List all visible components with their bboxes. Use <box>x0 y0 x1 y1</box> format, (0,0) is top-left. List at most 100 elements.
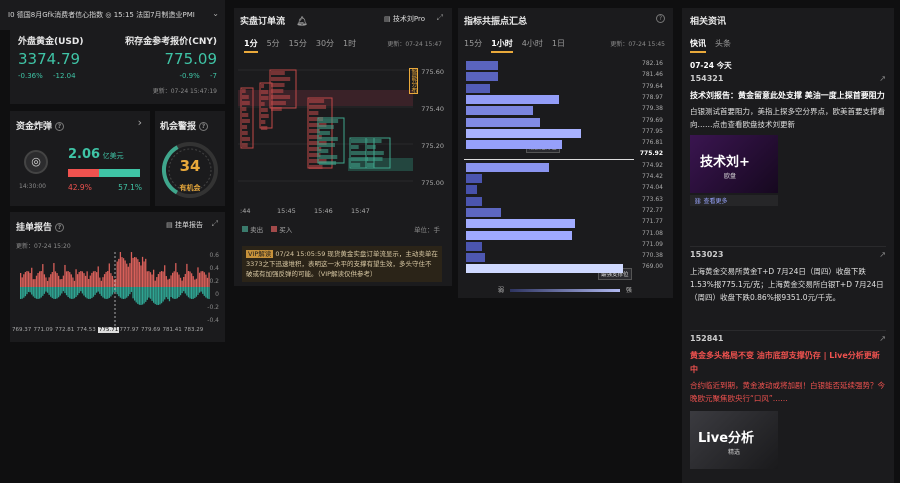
resonance-bar[interactable] <box>466 230 572 240</box>
order-bar-down <box>100 287 103 296</box>
flow-tab[interactable]: 5分 <box>267 38 280 49</box>
resonance-updated: 更新：07-24 15:45 <box>610 41 665 48</box>
external-link-icon[interactable]: ↗ <box>879 74 886 83</box>
news-tab[interactable]: 头条 <box>715 38 731 49</box>
order-bar-down <box>23 287 25 298</box>
usd-change: -0.36% -12.04 <box>18 72 76 80</box>
order-bar-up <box>124 260 126 287</box>
resonance-bar[interactable] <box>466 94 559 104</box>
view-more-link[interactable]: ⛓ 查看更多 <box>690 195 778 206</box>
expand-icon[interactable]: ⤢ <box>212 219 218 229</box>
resonance-bar[interactable] <box>466 128 581 138</box>
flow-tab[interactable]: 15分 <box>289 38 307 49</box>
news-item-thumbnail[interactable]: Live分析 精选 <box>690 411 778 469</box>
order-bar-down <box>92 287 95 297</box>
order-bar-up <box>203 272 205 287</box>
news-item[interactable]: 154321 ↗ 技术刘报告：黄金留意此处支撑 美油一度上探首要阻力 白银测试首… <box>690 74 886 206</box>
order-bar-down <box>138 287 141 305</box>
order-bar-up <box>145 258 147 287</box>
news-ticker[interactable]: I0 德国8月Gfk消费者信心指数 ◎ 15:15 法国7月制造业PMI ⌄ <box>0 0 225 30</box>
expand-icon[interactable]: ⤢ <box>437 13 443 23</box>
order-bar-down <box>154 287 156 305</box>
order-bar-down <box>119 287 122 298</box>
order-report-panel: 挂单报告? ▤ 挂单报告 ⤢ 更新：07-24 15:20 0.6 0.4 0.2 0… <box>10 212 225 342</box>
legend-sell-swatch <box>242 226 248 232</box>
resonance-bar[interactable] <box>466 106 533 116</box>
help-icon[interactable]: ? <box>656 14 665 23</box>
resonance-bar[interactable] <box>466 219 575 229</box>
resonance-bar[interactable] <box>466 72 498 82</box>
opportunity-alert-panel[interactable]: 机会警报? 34 有机会 <box>155 111 225 206</box>
resonance-bar[interactable] <box>466 174 482 183</box>
cny-change: -0.9% -7 <box>179 72 217 80</box>
news-item-time: 154321 <box>690 74 724 83</box>
order-bar-down <box>111 287 114 295</box>
footprint-cell <box>271 89 284 93</box>
order-report-button[interactable]: ▤ 挂单报告 <box>166 220 203 230</box>
level-label: 779.64 <box>642 82 663 90</box>
order-bar-up <box>54 271 57 287</box>
flow-tab[interactable]: 1分 <box>244 38 258 53</box>
resonance-bar[interactable] <box>466 117 540 127</box>
document-icon: ▤ <box>384 15 391 23</box>
order-bar-down <box>64 287 66 294</box>
external-link-icon[interactable]: ↗ <box>879 334 886 343</box>
x-tick: 783.29 <box>184 327 204 333</box>
vip-tag: VIP解读 <box>246 250 274 258</box>
footprint-cell <box>309 99 325 103</box>
order-bar-up <box>179 277 182 287</box>
resonance-tab[interactable]: 1小时 <box>491 38 513 53</box>
order-bar-up <box>127 266 129 287</box>
news-item[interactable]: 152841 ↗ 黄金多头格局不变 油市底部支撑仍存 | Live分析更新中 合… <box>690 334 886 469</box>
resonance-bar[interactable] <box>466 241 482 251</box>
resonance-bar[interactable] <box>466 162 549 172</box>
flow-timeframe-tabs: 1分 5分 15分 30分 1时 <box>244 38 365 53</box>
order-bar-down <box>200 287 202 292</box>
resonance-bar[interactable] <box>466 264 623 274</box>
capital-bomb-panel[interactable]: 资金炸弹? › ◎ 14:30:00 2.06 亿美元 42.9% 57.1% <box>10 111 150 206</box>
order-bar-down <box>160 287 163 304</box>
help-icon[interactable]: ? <box>55 122 65 131</box>
order-bar-down <box>77 287 79 296</box>
resonance-tab[interactable]: 15分 <box>464 38 482 49</box>
resonance-bar[interactable] <box>466 207 501 217</box>
resonance-bar[interactable] <box>466 83 490 93</box>
vip-insight[interactable]: VIP解读 07/24 15:05:59 现货黄金实盘订单流显示，主动卖单在33… <box>242 246 442 282</box>
footprint-cell <box>309 153 321 157</box>
order-bar-up <box>70 274 72 287</box>
order-bar-down <box>168 287 171 302</box>
resonance-bar[interactable] <box>466 185 477 195</box>
order-bar-down <box>67 287 69 297</box>
resonance-bar[interactable] <box>466 140 562 150</box>
level-label: 778.97 <box>642 93 663 101</box>
resonance-bar[interactable] <box>466 196 482 206</box>
order-bar-up <box>56 273 58 287</box>
order-bar-up <box>140 265 142 287</box>
resonance-bar[interactable] <box>466 61 498 70</box>
resonance-timeframe-tabs: 15分 1小时 4小时 1日 <box>464 38 574 53</box>
y-tick: -0.2 <box>207 304 219 311</box>
chevron-down-icon[interactable]: ⌄ <box>212 9 219 18</box>
order-bar-down <box>84 287 87 298</box>
news-item-thumbnail[interactable]: 技术刘+ 欧盘 <box>690 135 778 193</box>
chevron-right-icon[interactable]: › <box>138 116 142 129</box>
order-bar-up <box>192 276 194 287</box>
flow-pro-button[interactable]: ▤ 技术刘Pro <box>384 14 425 24</box>
news-item[interactable]: 153023 ↗ 上海黄金交易所黄金T+D 7月24日（周四）收盘下跌1.53%… <box>690 250 886 304</box>
order-bar-down <box>203 287 205 296</box>
resonance-bar[interactable] <box>466 253 485 263</box>
flow-tab[interactable]: 30分 <box>316 38 334 49</box>
resonance-tab[interactable]: 1日 <box>552 38 565 49</box>
external-link-icon[interactable]: ↗ <box>879 250 886 259</box>
flow-tab[interactable]: 1时 <box>343 38 356 49</box>
help-icon[interactable]: ? <box>55 223 65 232</box>
order-bar-down <box>32 287 34 297</box>
usd-price: 3374.79 <box>18 50 81 68</box>
help-icon[interactable]: ? <box>199 122 209 131</box>
bell-icon[interactable]: 🔔︎ <box>296 17 307 27</box>
resonance-tab[interactable]: 4小时 <box>522 38 543 49</box>
order-bar-up <box>65 271 68 287</box>
order-bar-down <box>181 287 183 294</box>
news-tab[interactable]: 快讯 <box>690 38 706 53</box>
order-bar-up <box>138 261 141 287</box>
